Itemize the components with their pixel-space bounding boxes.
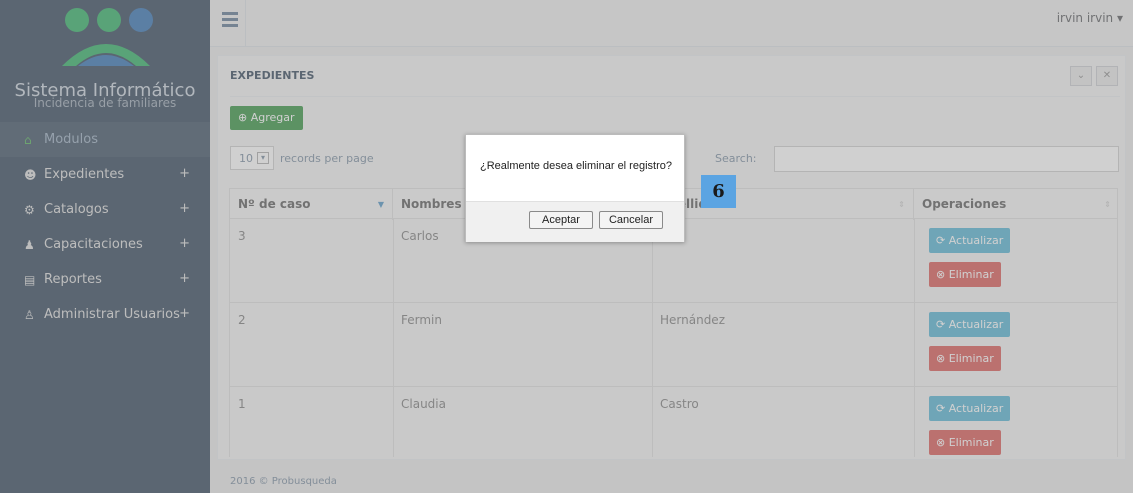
cancel-button[interactable]: Cancelar bbox=[599, 211, 663, 229]
modal-overlay bbox=[0, 0, 1133, 493]
accept-button[interactable]: Aceptar bbox=[529, 211, 593, 229]
confirm-message: ¿Realmente desea eliminar el registro? bbox=[480, 160, 672, 172]
confirm-dialog: ¿Realmente desea eliminar el registro? A… bbox=[465, 134, 685, 242]
step-badge: 6 bbox=[701, 175, 736, 208]
